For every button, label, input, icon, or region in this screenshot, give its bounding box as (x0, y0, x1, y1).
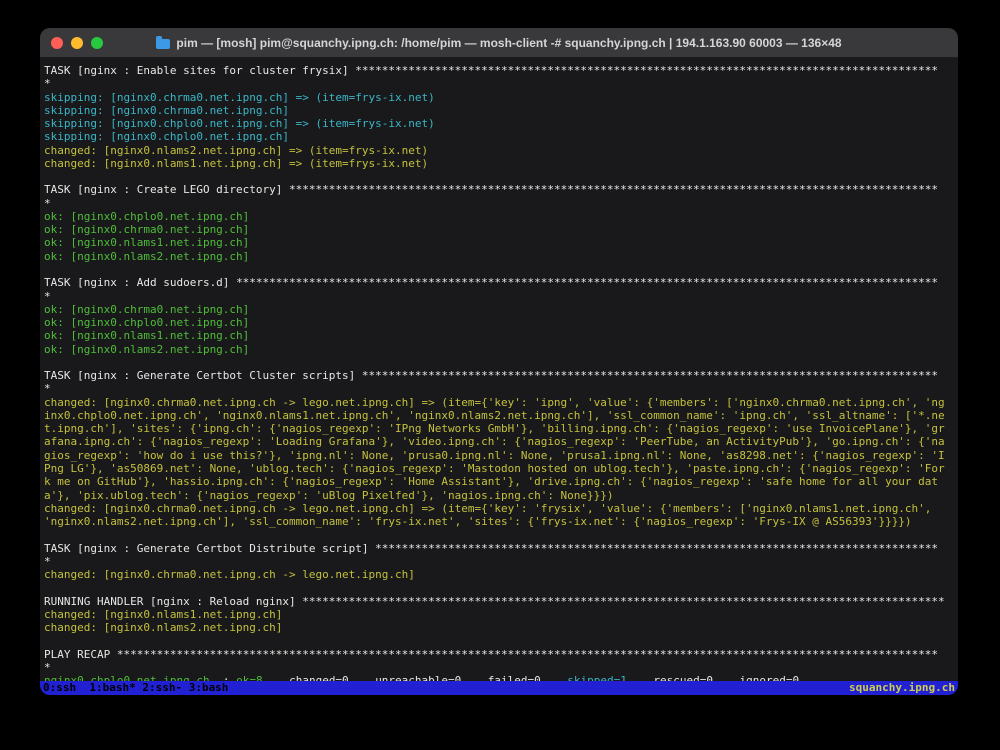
terminal-line: TASK [nginx : Generate Certbot Cluster s… (44, 369, 945, 396)
tmux-status-bar: 0:ssh 1:bash* 2:ssh- 3:bash squanchy.ipn… (40, 681, 958, 695)
terminal-line: changed: [nginx0.nlams1.net.ipng.ch] (44, 608, 945, 621)
terminal-line (44, 263, 945, 276)
terminal-line: skipping: [nginx0.chplo0.net.ipng.ch] =>… (44, 117, 945, 130)
terminal-line (44, 581, 945, 594)
terminal-line: changed: [nginx0.chrma0.net.ipng.ch -> l… (44, 396, 945, 502)
close-button[interactable] (51, 37, 63, 49)
traffic-lights (40, 37, 103, 49)
terminal-line: skipping: [nginx0.chrma0.net.ipng.ch] (44, 104, 945, 117)
terminal-line: TASK [nginx : Create LEGO directory] ***… (44, 183, 945, 210)
terminal-line: ok: [nginx0.chrma0.net.ipng.ch] (44, 303, 945, 316)
terminal-line: changed: [nginx0.nlams2.net.ipng.ch] (44, 621, 945, 634)
tmux-hostname: squanchy.ipng.ch (849, 681, 955, 695)
terminal-line: ok: [nginx0.nlams2.net.ipng.ch] (44, 343, 945, 356)
terminal-line: PLAY RECAP *****************************… (44, 648, 945, 675)
minimize-button[interactable] (71, 37, 83, 49)
terminal-line: changed: [nginx0.nlams1.net.ipng.ch] => … (44, 157, 945, 170)
terminal-line: ok: [nginx0.chplo0.net.ipng.ch] (44, 210, 945, 223)
terminal-line: nginx0.chplo0.net.ipng.ch : ok=8 changed… (44, 674, 945, 681)
terminal-line: ok: [nginx0.nlams2.net.ipng.ch] (44, 250, 945, 263)
window-title: pim — [mosh] pim@squanchy.ipng.ch: /home… (176, 36, 841, 50)
terminal-line (44, 528, 945, 541)
terminal-line: changed: [nginx0.chrma0.net.ipng.ch -> l… (44, 502, 945, 529)
terminal-line: skipping: [nginx0.chrma0.net.ipng.ch] =>… (44, 91, 945, 104)
terminal-line: TASK [nginx : Add sudoers.d] ***********… (44, 276, 945, 303)
terminal-line: ok: [nginx0.nlams1.net.ipng.ch] (44, 329, 945, 342)
terminal-line: ok: [nginx0.chplo0.net.ipng.ch] (44, 316, 945, 329)
terminal-line: TASK [nginx : Enable sites for cluster f… (44, 64, 945, 91)
tmux-window-list[interactable]: 0:ssh 1:bash* 2:ssh- 3:bash (43, 681, 228, 695)
terminal-line (44, 356, 945, 369)
terminal-line: RUNNING HANDLER [nginx : Reload nginx] *… (44, 595, 945, 608)
terminal-line: ok: [nginx0.nlams1.net.ipng.ch] (44, 236, 945, 249)
terminal-line: ok: [nginx0.chrma0.net.ipng.ch] (44, 223, 945, 236)
terminal-line (44, 170, 945, 183)
terminal-line: changed: [nginx0.chrma0.net.ipng.ch -> l… (44, 568, 945, 581)
terminal-window: pim — [mosh] pim@squanchy.ipng.ch: /home… (40, 28, 958, 695)
terminal-line (44, 634, 945, 647)
terminal-line: skipping: [nginx0.chplo0.net.ipng.ch] (44, 130, 945, 143)
terminal-line: changed: [nginx0.nlams2.net.ipng.ch] => … (44, 144, 945, 157)
zoom-button[interactable] (91, 37, 103, 49)
folder-proxy-icon (156, 39, 170, 49)
window-titlebar[interactable]: pim — [mosh] pim@squanchy.ipng.ch: /home… (40, 28, 958, 58)
terminal-output[interactable]: TASK [nginx : Enable sites for cluster f… (40, 58, 958, 681)
terminal-line: TASK [nginx : Generate Certbot Distribut… (44, 542, 945, 569)
